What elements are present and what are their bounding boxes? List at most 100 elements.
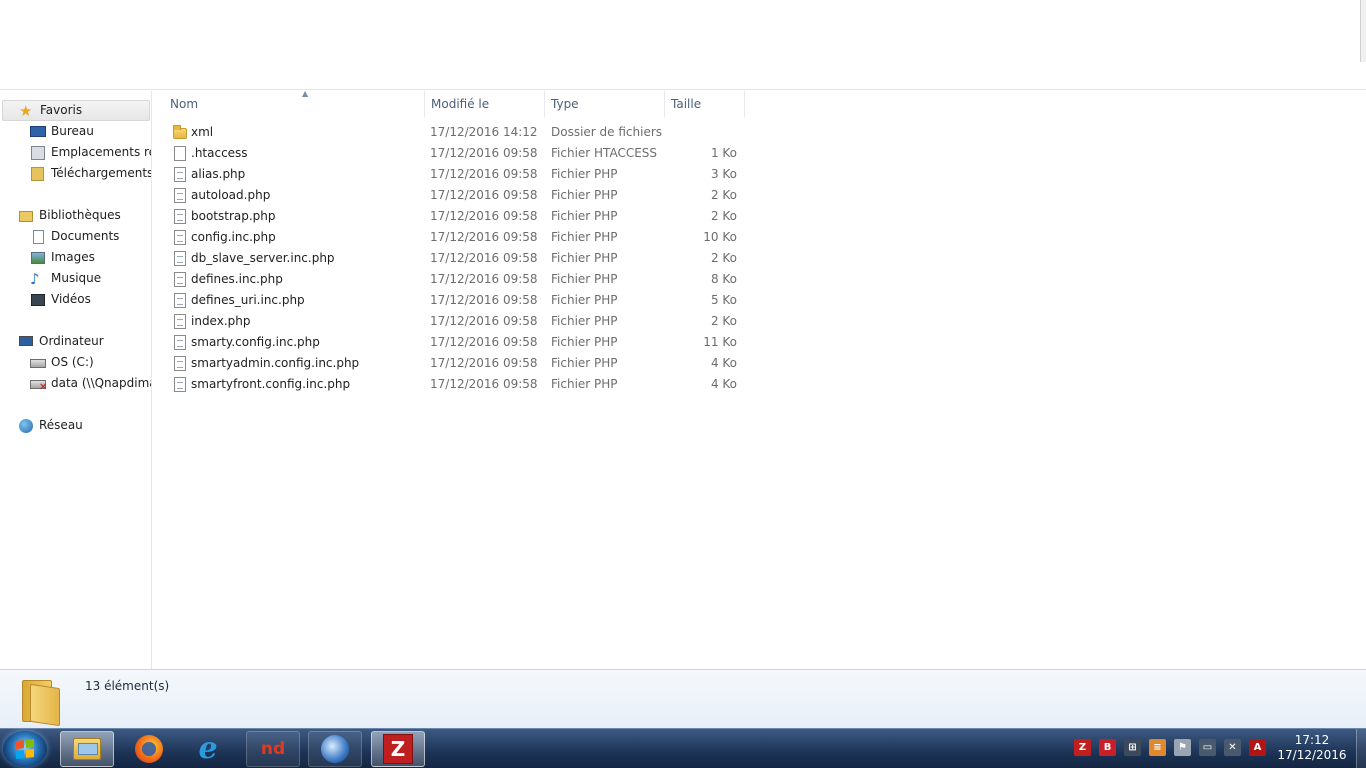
- nav-drive-c[interactable]: OS (C:): [30, 352, 151, 373]
- disconnected-network-drive-icon: ✕: [30, 376, 47, 392]
- file-row[interactable]: smartyadmin.config.inc.php 17/12/2016 09:…: [166, 353, 906, 374]
- php-file-icon: [172, 166, 188, 182]
- file-type: Fichier PHP: [551, 314, 618, 328]
- downloads-icon: [30, 166, 46, 182]
- folder-icon: [172, 124, 188, 140]
- nav-computer[interactable]: Ordinateur: [18, 331, 151, 352]
- file-row[interactable]: config.inc.php 17/12/2016 09:58 Fichier PH…: [166, 227, 906, 248]
- display-tray-icon[interactable]: ▭: [1199, 739, 1216, 756]
- nav-libraries-label: Bibliothèques: [39, 208, 121, 222]
- file-row[interactable]: .htaccess 17/12/2016 09:58 Fichier HTACCES…: [166, 143, 906, 164]
- taskbar-explorer-button[interactable]: [60, 731, 114, 767]
- php-file-icon: [172, 250, 188, 266]
- php-file-icon: [172, 187, 188, 203]
- nav-computer-label: Ordinateur: [39, 334, 104, 348]
- file-row[interactable]: smartyfront.config.inc.php 17/12/2016 09:…: [166, 374, 906, 395]
- taskbar: e nd Z Z B ⊞ ≡ ⚑ ▭ ✕ A 17:12 17/12/2016: [0, 728, 1366, 768]
- nav-favorites-label: Favoris: [40, 103, 83, 117]
- php-file-icon: [172, 208, 188, 224]
- file-type: Fichier PHP: [551, 251, 618, 265]
- column-header-name[interactable]: ▲ Nom: [164, 89, 425, 117]
- system-clock[interactable]: 17:12 17/12/2016: [1272, 733, 1352, 763]
- nav-downloads-label: Téléchargements: [51, 166, 152, 180]
- file-modified: 17/12/2016 09:58: [430, 314, 538, 328]
- file-type: Fichier PHP: [551, 293, 618, 307]
- file-row[interactable]: defines_uri.inc.php 17/12/2016 09:58 Fichi…: [166, 290, 906, 311]
- column-header-modified-label: Modifié le: [431, 97, 490, 111]
- images-icon: [30, 250, 46, 266]
- file-type: Fichier PHP: [551, 356, 618, 370]
- file-type: Dossier de fichiers: [551, 125, 663, 139]
- file-row[interactable]: alias.php 17/12/2016 09:58 Fichier PHP 3 Ko: [166, 164, 906, 185]
- file-modified: 17/12/2016 09:58: [430, 146, 538, 160]
- file-size: 1 Ko: [710, 146, 737, 160]
- file-row[interactable]: db_slave_server.inc.php 17/12/2016 09:58 F…: [166, 248, 906, 269]
- taskbar-thunderbird-button[interactable]: [308, 731, 362, 767]
- php-file-icon: [172, 334, 188, 350]
- taskbar-firefox-button[interactable]: [122, 731, 176, 767]
- php-file-icon: [172, 313, 188, 329]
- file-type: Fichier PHP: [551, 188, 618, 202]
- column-header-type[interactable]: Type: [545, 91, 665, 117]
- column-header-size[interactable]: Taille: [665, 91, 745, 117]
- file-row[interactable]: bootstrap.php 17/12/2016 09:58 Fichier PHP…: [166, 206, 906, 227]
- file-modified: 17/12/2016 09:58: [430, 251, 538, 265]
- acrobat-tray-icon[interactable]: A: [1249, 739, 1266, 756]
- file-type: Fichier PHP: [551, 230, 618, 244]
- thunderbird-icon: [321, 735, 349, 763]
- computer-icon: [18, 334, 34, 350]
- nav-network[interactable]: Réseau: [18, 415, 151, 436]
- nav-videos-label: Vidéos: [51, 292, 91, 306]
- show-desktop-button[interactable]: [1356, 729, 1366, 768]
- nav-network-drive-label: data (\\Qnapdimar: [51, 376, 152, 390]
- folder-icon: [22, 676, 62, 727]
- php-file-icon: [172, 376, 188, 392]
- file-type: Fichier PHP: [551, 209, 618, 223]
- network-tray-icon[interactable]: ⊞: [1124, 739, 1141, 756]
- start-button[interactable]: [3, 731, 47, 767]
- file-name: autoload.php: [191, 188, 271, 202]
- file-modified: 17/12/2016 09:58: [430, 230, 538, 244]
- file-type: Fichier PHP: [551, 167, 618, 181]
- file-row[interactable]: xml 17/12/2016 14:12 Dossier de fichiers: [166, 122, 906, 143]
- backup-tray-icon[interactable]: B: [1099, 739, 1116, 756]
- filezilla-tray-icon[interactable]: Z: [1074, 739, 1091, 756]
- file-name: .htaccess: [191, 146, 248, 160]
- file-name: xml: [191, 125, 214, 139]
- nav-network-drive[interactable]: ✕ data (\\Qnapdimar: [30, 373, 152, 394]
- file-size: 11 Ko: [703, 335, 737, 349]
- column-header-modified[interactable]: Modifié le: [425, 91, 545, 117]
- taskbar-filezilla-button[interactable]: Z: [371, 731, 425, 767]
- flag-tray-icon[interactable]: ⚑: [1174, 739, 1191, 756]
- nav-drive-c-label: OS (C:): [51, 355, 94, 369]
- file-type: Fichier PHP: [551, 272, 618, 286]
- firefox-icon: [135, 735, 163, 763]
- file-row[interactable]: autoload.php 17/12/2016 09:58 Fichier PHP 2…: [166, 185, 906, 206]
- item-count: 13 élément(s): [85, 679, 170, 693]
- nav-images[interactable]: Images: [30, 247, 151, 268]
- file-name: index.php: [191, 314, 251, 328]
- nav-downloads[interactable]: Téléchargements: [30, 163, 152, 184]
- nav-music[interactable]: ♪ Musique: [30, 268, 151, 289]
- nav-recent-places[interactable]: Emplacements réc: [30, 142, 151, 163]
- nav-documents[interactable]: Documents: [30, 226, 151, 247]
- clock-time: 17:12: [1294, 733, 1330, 747]
- app-tray-icon[interactable]: ≡: [1149, 739, 1166, 756]
- system-tray: Z B ⊞ ≡ ⚑ ▭ ✕ A: [1074, 739, 1266, 759]
- taskbar-nd-app-button[interactable]: nd: [246, 731, 300, 767]
- file-modified: 17/12/2016 09:58: [430, 356, 538, 370]
- nav-desktop[interactable]: Bureau: [30, 121, 151, 142]
- toolbar-area: [0, 0, 1366, 90]
- file-icon: [172, 145, 188, 161]
- nav-libraries[interactable]: Bibliothèques: [18, 205, 151, 226]
- nav-favorites[interactable]: ★ Favoris: [2, 100, 150, 121]
- php-file-icon: [172, 355, 188, 371]
- nav-videos[interactable]: Vidéos: [30, 289, 151, 310]
- file-name: defines.inc.php: [191, 272, 283, 286]
- file-size: 4 Ko: [710, 356, 737, 370]
- volume-muted-icon[interactable]: ✕: [1224, 739, 1241, 756]
- file-row[interactable]: smarty.config.inc.php 17/12/2016 09:58 Fic…: [166, 332, 906, 353]
- file-row[interactable]: index.php 17/12/2016 09:58 Fichier PHP 2 Ko: [166, 311, 906, 332]
- file-row[interactable]: defines.inc.php 17/12/2016 09:58 Fichier P…: [166, 269, 906, 290]
- taskbar-ie-button[interactable]: e: [181, 731, 235, 767]
